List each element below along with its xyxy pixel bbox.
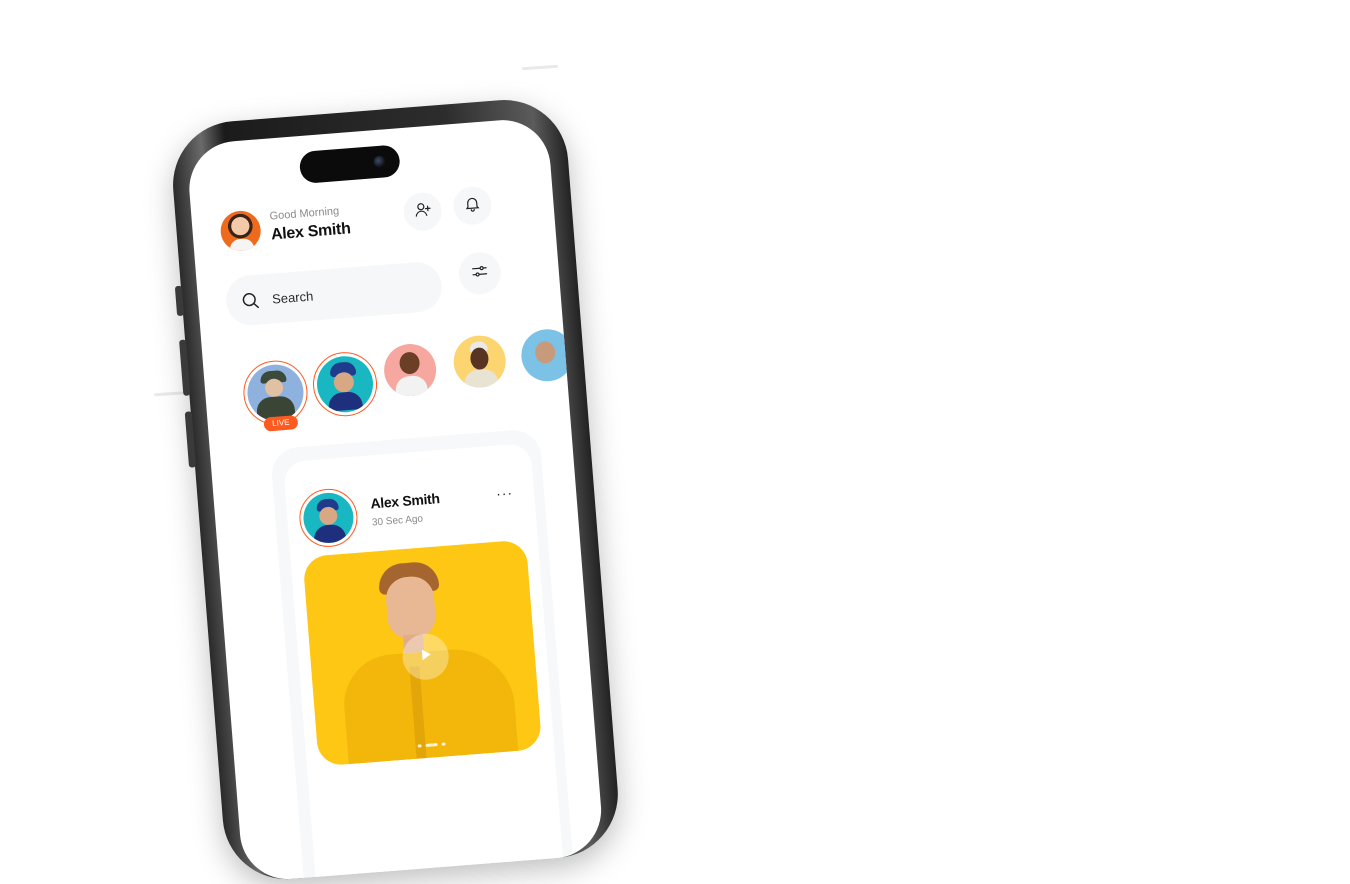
- user-name: Alex Smith: [270, 220, 352, 244]
- post-content: Alex Smith 30 Sec Ago ···: [282, 442, 565, 883]
- filter-button[interactable]: [457, 250, 503, 296]
- play-icon: [417, 646, 435, 668]
- post-media[interactable]: [302, 539, 543, 767]
- post-author-name: Alex Smith: [369, 490, 441, 512]
- notification-button[interactable]: [451, 185, 493, 227]
- post-timestamp: 30 Sec Ago: [371, 513, 424, 529]
- app-screen: Good Morning Alex Smith Search LIVE Alex…: [185, 116, 605, 883]
- more-icon[interactable]: ···: [495, 484, 513, 501]
- search-icon: [239, 290, 261, 312]
- story-avatar[interactable]: [382, 342, 439, 399]
- dynamic-island: [298, 144, 401, 185]
- greeting-text: Good Morning: [269, 205, 340, 223]
- post-author-avatar[interactable]: [297, 486, 360, 550]
- add-user-icon: [413, 199, 433, 223]
- decorative-stroke: [521, 64, 559, 71]
- profile-avatar[interactable]: [219, 209, 263, 253]
- add-friend-button[interactable]: [402, 191, 444, 233]
- live-badge: LIVE: [263, 415, 299, 432]
- bell-icon: [463, 193, 483, 217]
- story-avatar[interactable]: [451, 333, 508, 390]
- camera-icon: [373, 155, 387, 169]
- phone-mockup: Good Morning Alex Smith Search LIVE Alex…: [168, 89, 706, 884]
- post-card: Alex Smith 30 Sec Ago ···: [269, 428, 576, 883]
- search-input[interactable]: Search: [224, 260, 444, 328]
- search-placeholder: Search: [271, 287, 314, 307]
- story-avatar[interactable]: [310, 349, 380, 419]
- filter-icon: [470, 261, 490, 285]
